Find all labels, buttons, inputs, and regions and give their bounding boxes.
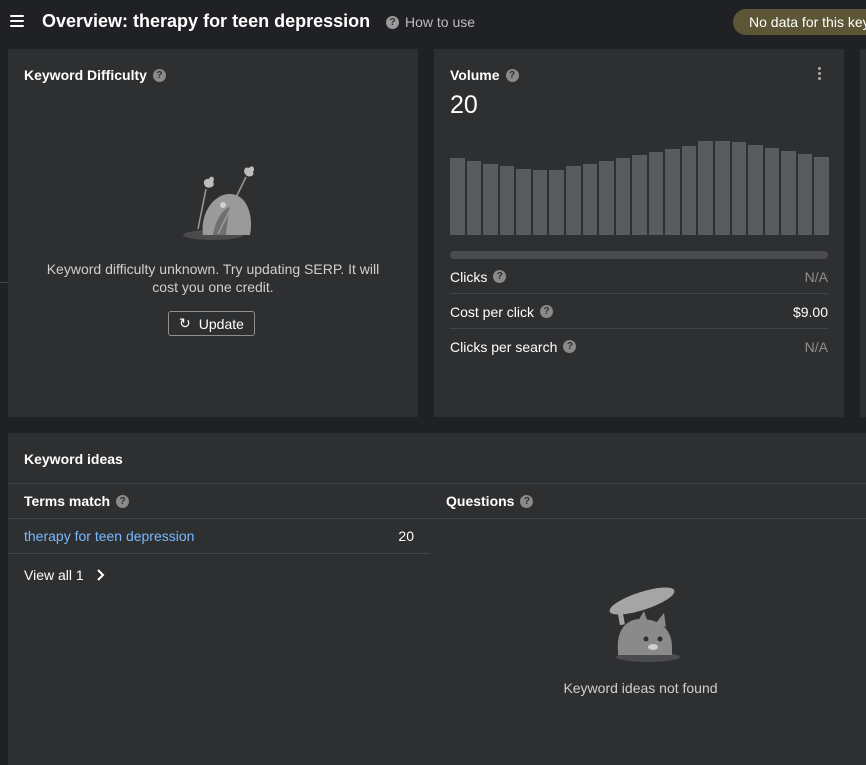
questions-heading: Questions ? — [446, 493, 534, 509]
no-data-badge: No data for this key — [733, 9, 866, 35]
trend-bar[interactable] — [466, 160, 482, 235]
question-circle-icon[interactable]: ? — [116, 494, 130, 508]
divider — [8, 553, 430, 554]
terms-match-label: Terms match — [24, 493, 111, 509]
metric-label-text: Clicks — [450, 268, 488, 285]
trend-bar[interactable] — [632, 155, 647, 235]
question-circle-icon[interactable]: ? — [540, 305, 554, 318]
trend-bar[interactable] — [764, 147, 780, 235]
trend-bar[interactable] — [698, 141, 714, 235]
metric-row-clicks: Clicks ? N/A — [450, 259, 828, 294]
term-link[interactable]: therapy for teen depression — [24, 528, 194, 544]
question-circle-icon[interactable]: ? — [505, 68, 519, 82]
top-bar: Overview: therapy for teen depression ? … — [0, 0, 866, 44]
metric-label-text: Clicks per search — [450, 338, 558, 355]
kebab-icon[interactable] — [818, 67, 822, 82]
metric-row-cost-per-click: Cost per click ? $9.00 — [450, 293, 828, 329]
metric-value: N/A — [804, 338, 828, 355]
metric-label: Cost per click ? — [450, 303, 554, 320]
trend-bar[interactable] — [565, 166, 581, 235]
trend-bar[interactable] — [814, 156, 829, 235]
question-circle-icon[interactable]: ? — [493, 270, 507, 283]
questions-label: Questions — [446, 493, 515, 509]
trend-bar[interactable] — [665, 148, 680, 235]
metric-value: $9.00 — [792, 303, 828, 320]
view-all-label: View all 1 — [24, 567, 84, 583]
keyword-ideas-title: Keyword ideas — [24, 451, 123, 467]
keyword-difficulty-message: Keyword difficulty unknown. Try updating… — [46, 261, 380, 295]
divider — [8, 483, 866, 484]
trend-bar[interactable] — [648, 152, 664, 235]
divider — [8, 518, 866, 519]
question-circle-icon[interactable]: ? — [520, 494, 534, 508]
trend-bar[interactable] — [781, 151, 796, 235]
metric-label: Clicks per search ? — [450, 338, 577, 355]
question-circle-icon[interactable]: ? — [152, 68, 166, 82]
partial-card — [860, 49, 866, 417]
trend-bar[interactable] — [797, 154, 813, 235]
trend-bar[interactable] — [549, 170, 564, 235]
terms-match-heading: Terms match ? — [24, 493, 130, 509]
trend-bar[interactable] — [615, 157, 631, 235]
volume-progress-bar — [450, 251, 828, 259]
metric-row-clicks-per-search: Clicks per search ? N/A — [450, 328, 828, 364]
update-button[interactable]: ↻ Update — [168, 311, 255, 336]
trend-bar[interactable] — [483, 163, 498, 235]
keyword-ideas-card: Keyword ideas Terms match ? Questions ? … — [8, 433, 866, 765]
hamburger-icon[interactable] — [10, 15, 24, 27]
keyword-difficulty-label: Keyword Difficulty — [24, 67, 147, 83]
trend-bar[interactable] — [681, 145, 697, 235]
update-label: Update — [198, 315, 244, 332]
metric-label-text: Cost per click — [450, 303, 535, 320]
trend-bar[interactable] — [516, 169, 531, 235]
trend-bar[interactable] — [748, 144, 763, 235]
refresh-icon: ↻ — [179, 315, 191, 331]
left-divider — [0, 282, 8, 283]
volume-value: 20 — [450, 91, 478, 119]
trend-bar[interactable] — [582, 163, 598, 235]
dog-peeking-illustration-icon — [609, 587, 680, 662]
term-volume: 20 — [398, 528, 414, 544]
trend-bar[interactable] — [532, 170, 548, 235]
volume-card: Volume ? 20 Clicks ? N/A Cost per click … — [434, 49, 844, 417]
keyword-difficulty-card: Keyword Difficulty ? Keyword difficulty … — [8, 49, 418, 417]
chevron-right-icon — [96, 569, 105, 581]
trend-bar[interactable] — [450, 157, 465, 235]
trend-bar[interactable] — [599, 160, 614, 235]
trend-bar[interactable] — [731, 141, 747, 235]
how-to-use-label: How to use — [405, 14, 476, 30]
how-to-use-link[interactable]: ? How to use — [386, 14, 475, 30]
trend-bar[interactable] — [715, 141, 730, 235]
keyword-difficulty-title: Keyword Difficulty ? — [24, 67, 166, 83]
metric-value: N/A — [804, 268, 828, 285]
trend-bar[interactable] — [499, 166, 515, 235]
question-circle-icon[interactable]: ? — [563, 340, 577, 353]
volume-trend-chart — [450, 141, 829, 235]
question-circle-icon: ? — [386, 15, 399, 29]
volume-title: Volume ? — [450, 67, 519, 83]
questions-empty-message: Keyword ideas not found — [563, 680, 718, 696]
page-title: Overview: therapy for teen depression — [42, 11, 371, 31]
metric-label: Clicks ? — [450, 268, 507, 285]
volume-label: Volume — [450, 67, 500, 83]
broken-chart-illustration-icon — [183, 166, 255, 240]
view-all-link[interactable]: View all 1 — [24, 567, 106, 583]
